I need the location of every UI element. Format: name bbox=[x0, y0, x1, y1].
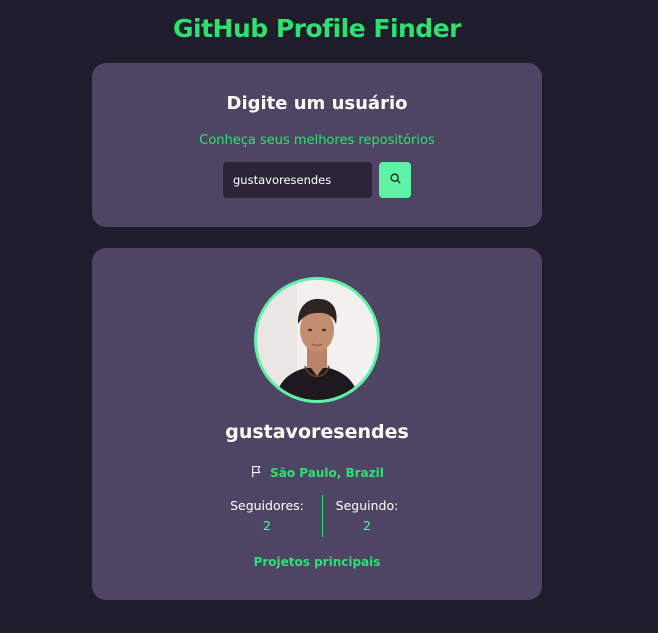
search-icon bbox=[389, 172, 402, 188]
stats-divider bbox=[322, 495, 323, 537]
following-stat: Seguindo: 2 bbox=[317, 495, 417, 537]
search-input[interactable] bbox=[223, 162, 372, 198]
search-subtitle: Conheça seus melhores repositórios bbox=[199, 133, 435, 148]
flag-icon bbox=[250, 463, 263, 482]
followers-value: 2 bbox=[263, 518, 271, 533]
followers-label: Seguidores: bbox=[230, 498, 304, 513]
profile-card: gustavoresendes São Paulo, Brazil Seguid… bbox=[92, 248, 542, 600]
stats: Seguidores: 2 Seguindo: 2 bbox=[217, 495, 417, 537]
username: gustavoresendes bbox=[225, 421, 409, 443]
following-label: Seguindo: bbox=[335, 498, 399, 513]
location-text: São Paulo, Brazil bbox=[270, 465, 384, 480]
search-button[interactable] bbox=[379, 162, 411, 198]
search-card: Digite um usuário Conheça seus melhores … bbox=[92, 63, 542, 227]
location: São Paulo, Brazil bbox=[92, 463, 542, 482]
projects-link[interactable]: Projetos principais bbox=[92, 555, 542, 569]
following-value: 2 bbox=[363, 518, 371, 533]
followers-stat: Seguidores: 2 bbox=[217, 495, 317, 537]
search-heading: Digite um usuário bbox=[226, 93, 408, 114]
app-title: GitHub Profile Finder bbox=[173, 14, 462, 43]
avatar bbox=[254, 277, 380, 403]
